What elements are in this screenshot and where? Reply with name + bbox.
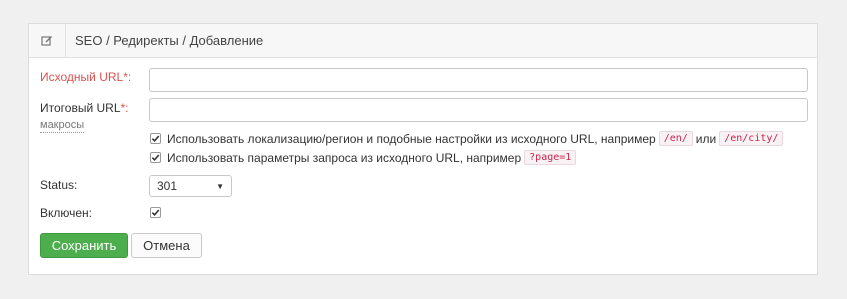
enabled-label: Включен: <box>40 206 93 220</box>
enabled-option <box>150 207 167 218</box>
status-select[interactable]: 301 ▼ <box>149 175 232 197</box>
locale-example-code-2: /en/city/ <box>719 131 784 146</box>
target-url-label: Итоговый URL*: <box>40 101 129 115</box>
edit-icon <box>29 24 66 57</box>
checkmark-icon <box>151 154 160 162</box>
query-checkbox[interactable] <box>150 152 161 163</box>
panel-header: SEO / Редиректы / Добавление <box>29 24 817 58</box>
locale-option-joiner: или <box>695 131 717 146</box>
status-label: Status: <box>40 178 78 192</box>
target-url-input[interactable] <box>149 98 808 122</box>
option-query: Использовать параметры запроса из исходн… <box>150 150 579 165</box>
checkmark-icon <box>151 135 160 143</box>
redirect-form-panel: SEO / Редиректы / Добавление Исходный UR… <box>28 23 818 275</box>
source-url-label: Исходный URL*: <box>40 70 132 84</box>
locale-option-text: Использовать локализацию/регион и подобн… <box>167 131 656 146</box>
cancel-button[interactable]: Отмена <box>131 233 202 258</box>
macros-link[interactable]: макросы <box>40 119 85 133</box>
source-url-input[interactable] <box>149 68 808 92</box>
status-value: 301 <box>157 179 178 193</box>
breadcrumb: SEO / Редиректы / Добавление <box>75 33 264 48</box>
save-button[interactable]: Сохранить <box>40 233 128 258</box>
query-example-code: ?page=1 <box>524 150 577 165</box>
query-option-text: Использовать параметры запроса из исходн… <box>167 150 522 165</box>
option-locale: Использовать локализацию/регион и подобн… <box>150 131 786 146</box>
locale-example-code-1: /en/ <box>658 131 693 146</box>
checkmark-icon <box>151 209 160 217</box>
enabled-checkbox[interactable] <box>150 207 161 218</box>
caret-down-icon: ▼ <box>216 181 224 191</box>
locale-checkbox[interactable] <box>150 133 161 144</box>
